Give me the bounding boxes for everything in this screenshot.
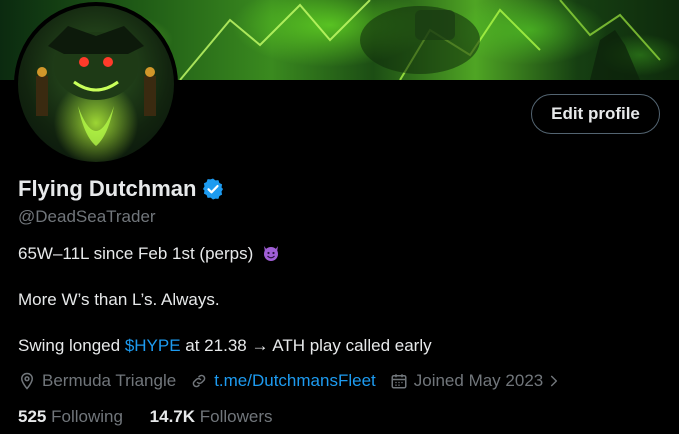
follow-counts: 525 Following 14.7K Followers (18, 407, 295, 427)
location-pin-icon (20, 372, 34, 390)
followers-link[interactable]: 14.7K Followers (150, 407, 273, 426)
link-icon (192, 374, 206, 388)
verified-badge-icon[interactable] (201, 177, 225, 201)
user-handle: @DeadSeaTrader (18, 207, 156, 226)
location-text: Bermuda Triangle (42, 371, 177, 390)
name-row: Flying Dutchman (18, 176, 225, 202)
smiling-devil-emoji (264, 246, 279, 261)
chevron-right-icon[interactable] (547, 374, 561, 388)
website-item[interactable]: t.me/DutchmansFleet (190, 371, 376, 391)
followers-count: 14.7K (149, 407, 196, 426)
profile-avatar[interactable] (14, 2, 178, 166)
joined-text: Joined May 2023 (413, 371, 544, 390)
avatar-artwork (36, 26, 156, 146)
bio-line-2: More W’s than L’s. Always. (18, 290, 220, 309)
joined-item[interactable]: Joined May 2023 (390, 371, 561, 391)
followers-label: Followers (199, 407, 273, 426)
profile-meta: Bermuda Triangle t.me/DutchmansFleet Joi… (18, 371, 575, 391)
bio-text-1: 65W–11L since Feb 1st (perps) (18, 244, 254, 263)
location-item: Bermuda Triangle (18, 371, 176, 391)
cashtag-link[interactable]: $HYPE (125, 336, 181, 355)
bio-line-3: Swing longed $HYPE at 21.38 → ATH play c… (18, 336, 432, 356)
edit-profile-button[interactable]: Edit profile (531, 94, 660, 134)
following-link[interactable]: 525 Following (18, 407, 123, 426)
website-link[interactable]: t.me/DutchmansFleet (214, 371, 376, 391)
display-name: Flying Dutchman (18, 176, 197, 201)
following-label: Following (51, 407, 123, 426)
bio-text-3-pre: Swing longed (18, 336, 125, 355)
bio-line-1: 65W–11L since Feb 1st (perps) (18, 244, 280, 264)
calendar-icon (391, 374, 407, 389)
bio-text-3-post: at 21.38 → ATH play called early (180, 336, 432, 355)
following-count: 525 (18, 407, 47, 426)
